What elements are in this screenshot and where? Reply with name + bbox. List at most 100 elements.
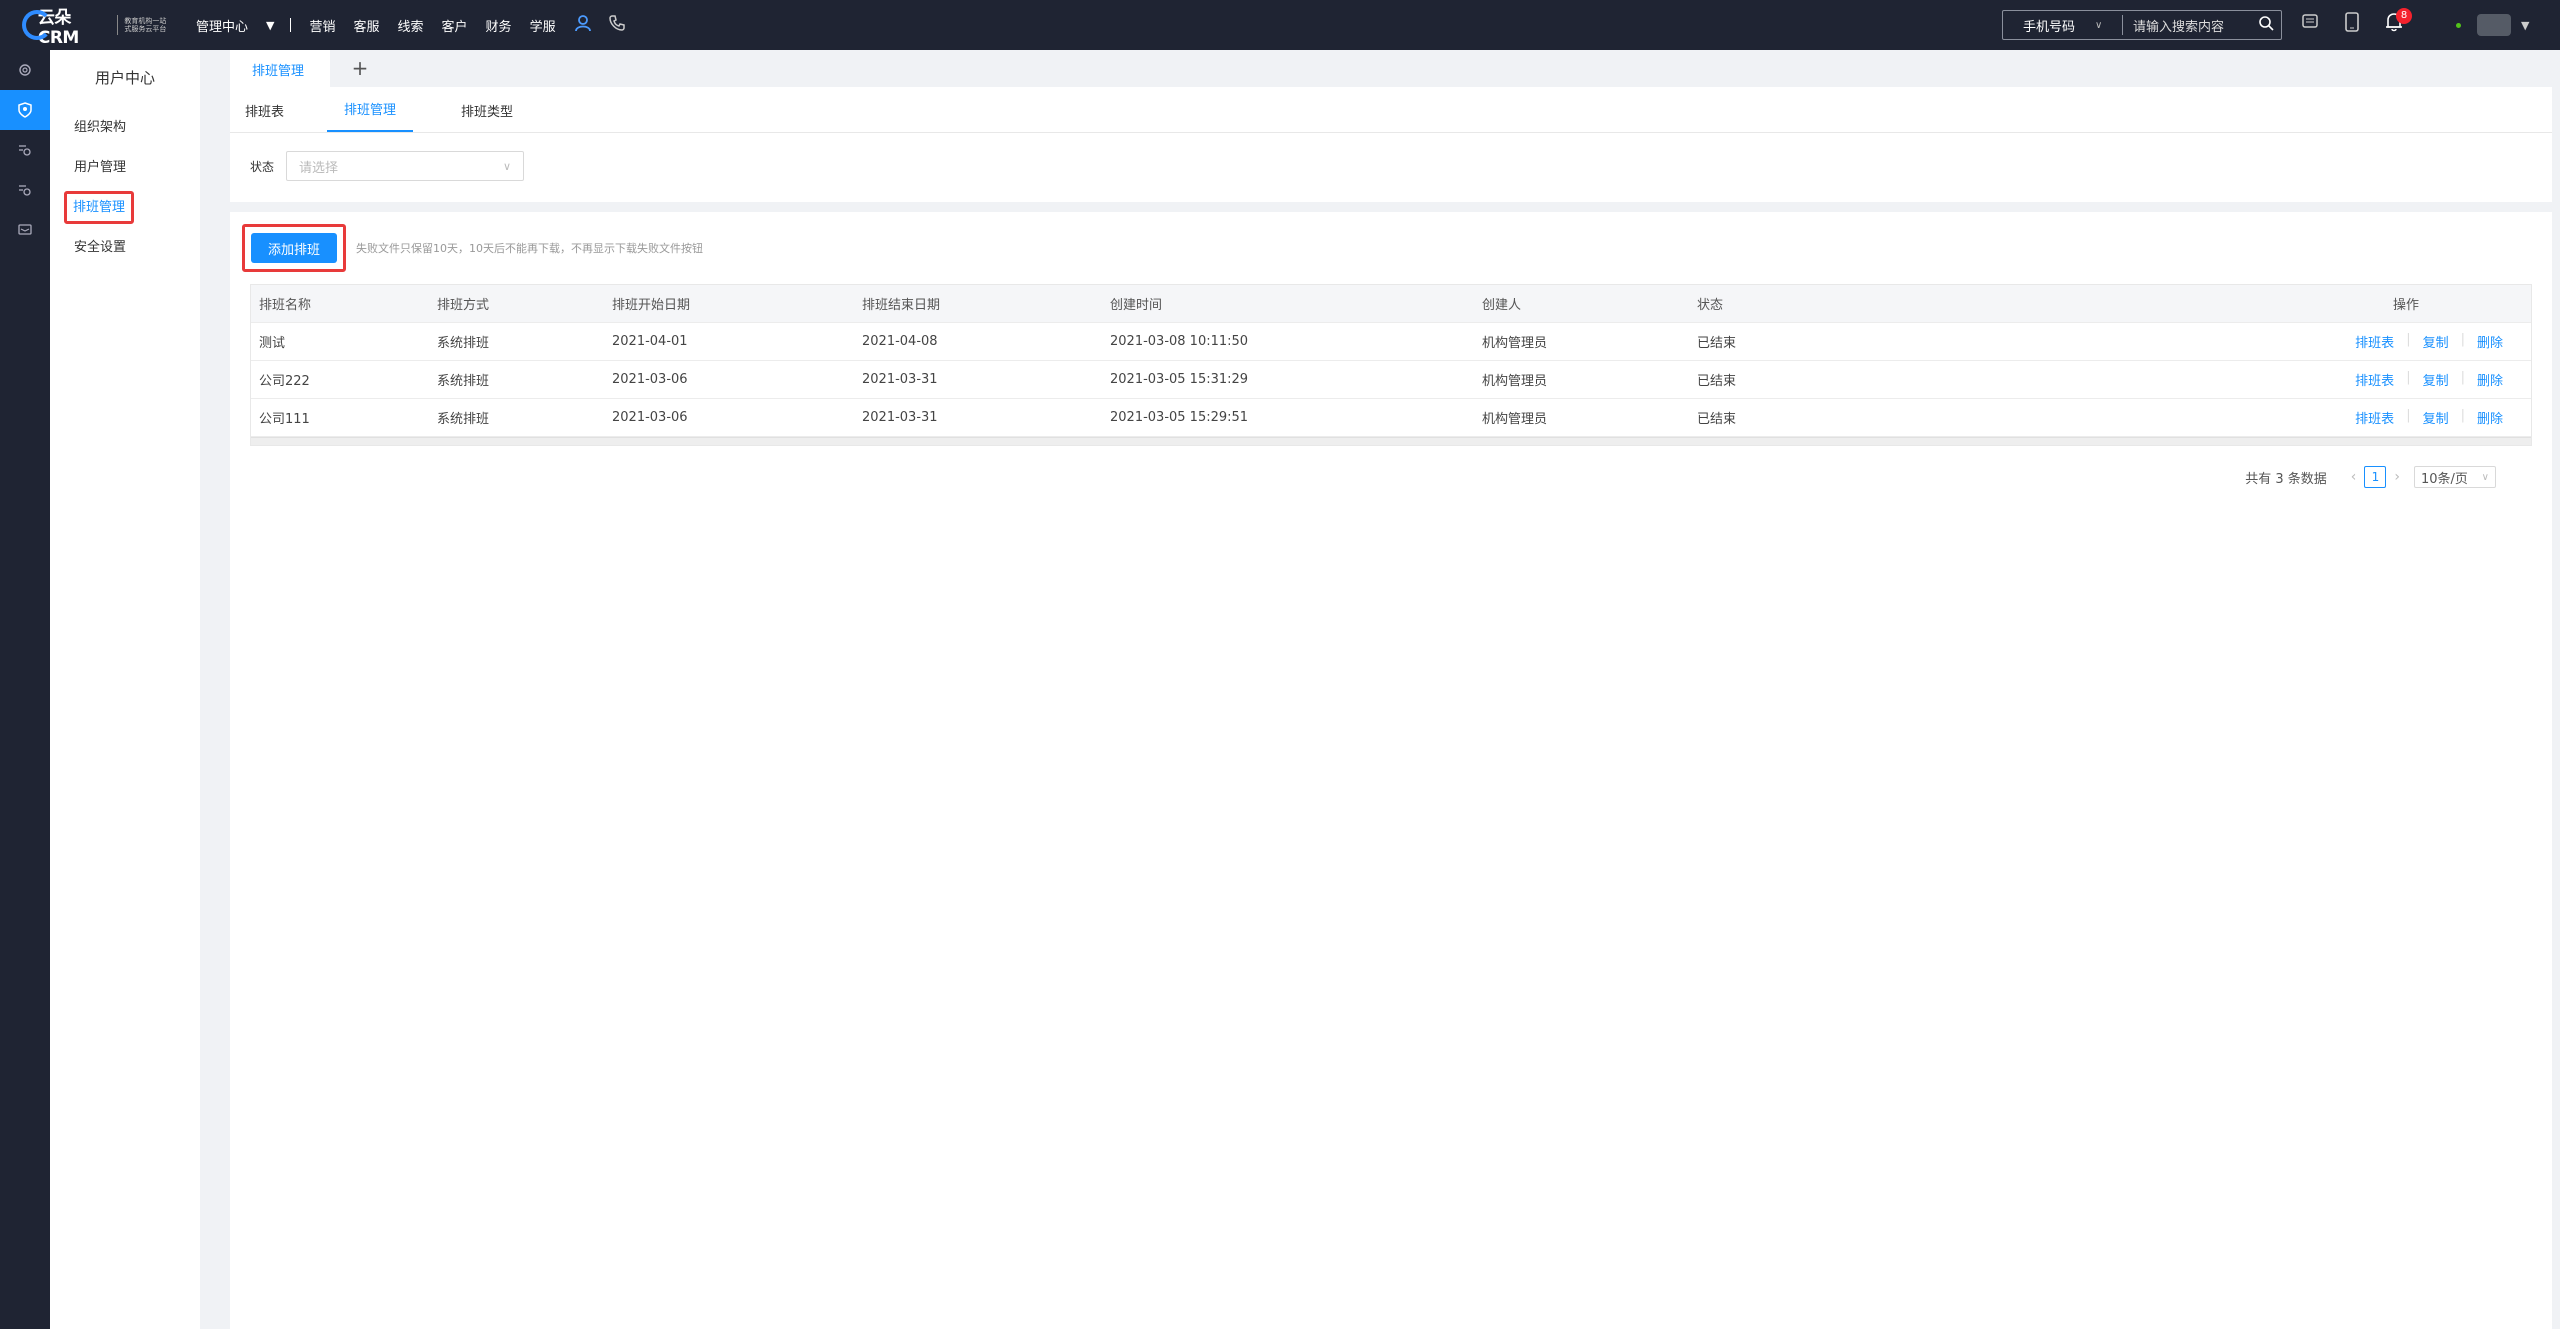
next-page-icon[interactable]: › <box>2394 469 2400 485</box>
cell-end-date: 2021-03-31 <box>862 410 938 425</box>
table-row: 公司222 系统排班 2021-03-06 2021-03-31 2021-03… <box>251 361 2531 399</box>
search-icon[interactable] <box>2251 15 2281 35</box>
view-schedule-link[interactable]: 排班表 <box>2355 370 2394 389</box>
status-filter-placeholder: 请选择 <box>299 160 339 176</box>
add-button-highlight: 添加排班 <box>242 224 346 272</box>
nav-student-service[interactable]: 学服 <box>530 16 556 35</box>
nav-customer-service[interactable]: 客服 <box>354 16 380 35</box>
view-schedule-link[interactable]: 排班表 <box>2355 332 2394 351</box>
row-operations: 排班表 | 复制 | 删除 <box>2279 408 2533 427</box>
header-start-date: 排班开始日期 <box>612 298 691 313</box>
rail-settings-icon[interactable] <box>0 50 50 90</box>
cell-mode: 系统排班 <box>437 336 490 351</box>
cell-start-date: 2021-03-06 <box>612 372 688 387</box>
chevron-down-icon: ∨ <box>2095 19 2103 31</box>
op-divider: | <box>2406 408 2411 423</box>
cloud-logo-icon <box>22 10 52 40</box>
cell-created-time: 2021-03-08 10:11:50 <box>1110 334 1249 349</box>
sidebar-item-label: 安全设置 <box>74 240 127 255</box>
tab-schedule-types[interactable]: 排班类型 <box>435 101 539 132</box>
phone-call-icon[interactable] <box>608 14 626 36</box>
sub-tabs: 排班表 排班管理 排班类型 <box>230 87 2552 133</box>
page-tab-scheduling[interactable]: 排班管理 <box>230 50 330 87</box>
logo[interactable]: 云朵CRM 教育机构一站式服务云平台 <box>22 3 172 48</box>
add-schedule-button[interactable]: 添加排班 <box>251 233 337 263</box>
chevron-down-icon: ∨ <box>2481 471 2489 483</box>
sidebar-item-label: 组织架构 <box>74 120 127 135</box>
cell-creator: 机构管理员 <box>1482 336 1548 351</box>
filter-panel: 排班表 排班管理 排班类型 状态 请选择 ∨ <box>230 87 2552 202</box>
header-status: 状态 <box>1697 298 1724 313</box>
op-divider: | <box>2460 408 2465 423</box>
tablet-icon[interactable] <box>2342 12 2362 34</box>
rail-user-center-icon[interactable] <box>0 90 50 130</box>
sidebar-item-security[interactable]: 安全设置 <box>50 228 200 268</box>
user-menu[interactable]: ▼ <box>2456 14 2529 36</box>
caret-down-icon: ▼ <box>2521 18 2530 32</box>
bell-icon[interactable]: 8 <box>2384 8 2412 34</box>
sidebar-item-users[interactable]: 用户管理 <box>50 148 200 188</box>
user-profile-icon[interactable] <box>574 14 592 37</box>
op-divider: | <box>2460 332 2465 347</box>
cell-status: 已结束 <box>1697 374 1737 389</box>
cell-name: 测试 <box>259 336 286 351</box>
pagination: 共有 3 条数据 ‹ 1 › 10条/页 ∨ <box>2245 466 2496 488</box>
op-divider: | <box>2460 370 2465 385</box>
header-creator: 创建人 <box>1482 298 1522 313</box>
schedule-table: 排班名称 排班方式 排班开始日期 排班结束日期 创建时间 创建人 状态 操作 测… <box>250 284 2532 446</box>
search-type-label: 手机号码 <box>2023 19 2076 35</box>
copy-link[interactable]: 复制 <box>2423 332 2449 351</box>
add-tab-icon[interactable]: + <box>330 50 390 87</box>
prev-page-icon[interactable]: ‹ <box>2351 469 2357 485</box>
search-input[interactable]: 请输入搜索内容 <box>2123 16 2251 35</box>
global-search: 手机号码 ∨ 请输入搜索内容 <box>2002 10 2282 40</box>
page-size-select[interactable]: 10条/页 ∨ <box>2414 466 2496 488</box>
header-name: 排班名称 <box>259 298 312 313</box>
sidebar-item-organization[interactable]: 组织架构 <box>50 108 200 148</box>
cell-creator: 机构管理员 <box>1482 374 1548 389</box>
copy-link[interactable]: 复制 <box>2423 370 2449 389</box>
cell-mode: 系统排班 <box>437 412 490 427</box>
cell-name: 公司111 <box>259 412 310 427</box>
keyboard-icon[interactable] <box>2300 12 2320 34</box>
table-row: 测试 系统排班 2021-04-01 2021-04-08 2021-03-08… <box>251 323 2531 361</box>
status-filter-select[interactable]: 请选择 ∨ <box>286 151 525 181</box>
cell-name: 公司222 <box>259 374 310 389</box>
cell-created-time: 2021-03-05 15:31:29 <box>1110 372 1249 387</box>
filter-row: 状态 请选择 ∨ <box>230 133 2552 181</box>
page-scrollbar[interactable] <box>2552 50 2560 1329</box>
sidebar-item-scheduling[interactable]: 排班管理 <box>50 188 200 228</box>
top-nav: 营销 客服 线索 客户 财务 学服 <box>309 14 643 37</box>
cell-end-date: 2021-04-08 <box>862 334 938 349</box>
search-type-select[interactable]: 手机号码 ∨ <box>2003 15 2123 35</box>
nav-marketing[interactable]: 营销 <box>309 16 335 35</box>
nav-leads[interactable]: 线索 <box>398 16 424 35</box>
page-number-current[interactable]: 1 <box>2364 466 2387 488</box>
delete-link[interactable]: 删除 <box>2477 408 2503 427</box>
sidebar: 用户中心 组织架构 用户管理 排班管理 安全设置 <box>50 50 200 1329</box>
tab-schedule-table[interactable]: 排班表 <box>245 101 305 132</box>
rail-search-list-icon-2[interactable] <box>0 170 50 210</box>
view-schedule-link[interactable]: 排班表 <box>2355 408 2394 427</box>
tab-schedule-management[interactable]: 排班管理 <box>327 99 413 132</box>
notification-badge: 8 <box>2396 8 2412 24</box>
row-operations: 排班表 | 复制 | 删除 <box>2279 332 2533 351</box>
cell-status: 已结束 <box>1697 412 1737 427</box>
op-divider: | <box>2406 332 2411 347</box>
delete-link[interactable]: 删除 <box>2477 370 2503 389</box>
delete-link[interactable]: 删除 <box>2477 332 2503 351</box>
nav-divider <box>290 18 292 32</box>
table-horizontal-scrollbar[interactable] <box>251 437 2531 445</box>
caret-down-icon: ▼ <box>266 18 275 32</box>
rail-inbox-icon[interactable] <box>0 210 50 250</box>
page-tab-strip: 排班管理 + <box>230 50 2552 87</box>
management-center-dropdown[interactable]: 管理中心 ▼ <box>196 16 274 35</box>
nav-finance[interactable]: 财务 <box>486 16 512 35</box>
rail-search-list-icon[interactable] <box>0 130 50 170</box>
cell-creator: 机构管理员 <box>1482 412 1548 427</box>
nav-customers[interactable]: 客户 <box>442 16 468 35</box>
total-count: 共有 3 条数据 <box>2245 471 2327 487</box>
copy-link[interactable]: 复制 <box>2423 408 2449 427</box>
page-size-label: 10条/页 <box>2421 471 2468 487</box>
logo-slogan: 教育机构一站式服务云平台 <box>124 17 167 33</box>
